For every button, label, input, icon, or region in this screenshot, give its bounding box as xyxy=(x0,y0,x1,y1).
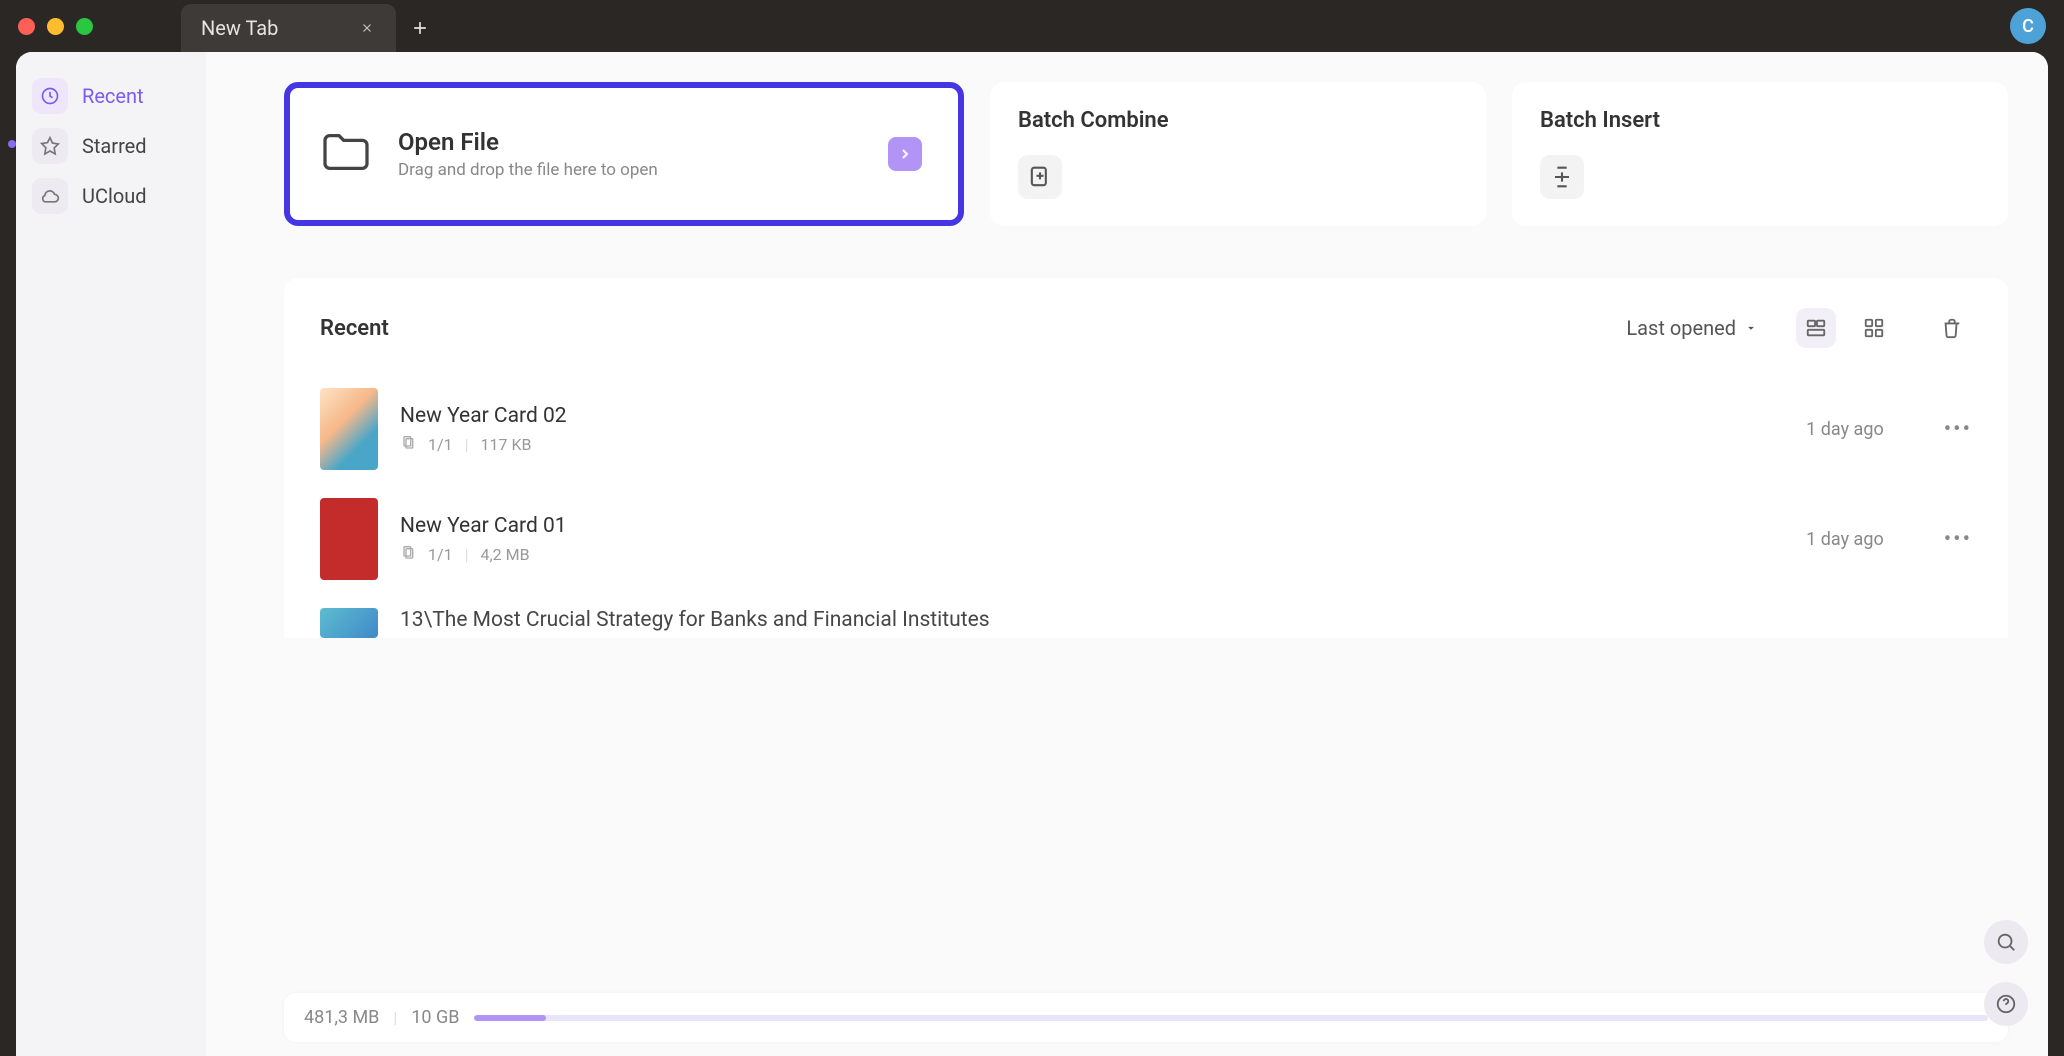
avatar[interactable]: C xyxy=(2010,8,2046,44)
main-area: Open File Drag and drop the file here to… xyxy=(206,52,2048,1056)
file-pages: 1/1 xyxy=(428,545,453,564)
storage-used: 481,3 MB xyxy=(304,1007,379,1028)
recent-header: Recent Last opened xyxy=(320,308,1972,348)
open-file-title: Open File xyxy=(398,128,864,156)
recent-heading: Recent xyxy=(320,316,389,341)
folder-icon xyxy=(318,124,374,184)
cloud-icon xyxy=(32,178,68,214)
storage-total: 10 GB xyxy=(411,1007,459,1028)
tab-label: New Tab xyxy=(201,16,278,40)
pages-icon xyxy=(400,544,416,564)
sort-dropdown[interactable]: Last opened xyxy=(1626,316,1758,340)
open-file-dropzone[interactable]: Open File Drag and drop the file here to… xyxy=(284,82,964,226)
file-meta: 1/1 | 117 KB xyxy=(400,434,1806,454)
insert-icon xyxy=(1540,155,1584,199)
combine-icon xyxy=(1018,155,1062,199)
app-window: Recent Starred UCloud Open File Drag xyxy=(16,52,2048,1056)
chevron-down-icon xyxy=(1744,316,1758,340)
star-icon xyxy=(32,128,68,164)
sidebar-item-label: Starred xyxy=(82,134,147,158)
close-tab-button[interactable] xyxy=(358,19,376,37)
file-size: 117 KB xyxy=(481,435,532,454)
trash-button[interactable] xyxy=(1932,308,1972,348)
floating-buttons xyxy=(1984,920,2028,1026)
file-row[interactable]: 13\The Most Crucial Strategy for Banks a… xyxy=(320,608,1972,638)
file-time: 1 day ago xyxy=(1806,419,1884,440)
sidebar-item-starred[interactable]: Starred xyxy=(32,128,190,164)
view-list-button[interactable] xyxy=(1796,308,1836,348)
open-file-arrow-button[interactable] xyxy=(888,137,922,171)
maximize-window-button[interactable] xyxy=(76,18,93,35)
file-time: 1 day ago xyxy=(1806,529,1884,550)
batch-insert-card[interactable]: Batch Insert xyxy=(1512,82,2008,226)
titlebar: New Tab C xyxy=(0,0,2064,52)
file-thumbnail xyxy=(320,388,378,470)
clock-icon xyxy=(32,78,68,114)
recent-panel: Recent Last opened xyxy=(284,278,2008,638)
sidebar: Recent Starred UCloud xyxy=(16,52,206,1056)
pages-icon xyxy=(400,434,416,454)
file-thumbnail xyxy=(320,498,378,580)
action-row: Open File Drag and drop the file here to… xyxy=(284,82,2008,226)
window-traffic-lights xyxy=(18,18,93,35)
sidebar-item-label: Recent xyxy=(82,84,144,108)
search-button[interactable] xyxy=(1984,920,2028,964)
batch-insert-title: Batch Insert xyxy=(1540,108,1980,133)
file-pages: 1/1 xyxy=(428,435,453,454)
batch-combine-title: Batch Combine xyxy=(1018,108,1458,133)
sort-label: Last opened xyxy=(1626,316,1736,340)
new-tab-button[interactable] xyxy=(396,4,444,52)
file-more-button[interactable]: ••• xyxy=(1944,417,1972,442)
file-row[interactable]: New Year Card 01 1/1 | 4,2 MB 1 day ago … xyxy=(320,498,1972,580)
sidebar-item-ucloud[interactable]: UCloud xyxy=(32,178,190,214)
tab-new-tab[interactable]: New Tab xyxy=(181,4,396,52)
sidebar-item-label: UCloud xyxy=(82,184,147,208)
avatar-letter: C xyxy=(2022,16,2034,37)
help-button[interactable] xyxy=(1984,982,2028,1026)
batch-combine-card[interactable]: Batch Combine xyxy=(990,82,1486,226)
file-name: 13\The Most Crucial Strategy for Banks a… xyxy=(400,608,1972,632)
storage-progress xyxy=(474,1015,1989,1021)
sidebar-indicator-dot xyxy=(8,140,16,148)
storage-progress-fill xyxy=(474,1015,547,1021)
file-name: New Year Card 01 xyxy=(400,514,1806,538)
file-meta: 1/1 | 4,2 MB xyxy=(400,544,1806,564)
file-more-button[interactable]: ••• xyxy=(1944,527,1972,552)
view-grid-button[interactable] xyxy=(1854,308,1894,348)
storage-bar: 481,3 MB | 10 GB xyxy=(284,993,2008,1042)
open-file-subtitle: Drag and drop the file here to open xyxy=(398,160,864,180)
file-thumbnail xyxy=(320,608,378,638)
minimize-window-button[interactable] xyxy=(47,18,64,35)
file-row[interactable]: New Year Card 02 1/1 | 117 KB 1 day ago … xyxy=(320,388,1972,470)
sidebar-item-recent[interactable]: Recent xyxy=(32,78,190,114)
close-window-button[interactable] xyxy=(18,18,35,35)
file-name: New Year Card 02 xyxy=(400,404,1806,428)
file-list: New Year Card 02 1/1 | 117 KB 1 day ago … xyxy=(320,388,1972,638)
file-size: 4,2 MB xyxy=(481,545,530,564)
